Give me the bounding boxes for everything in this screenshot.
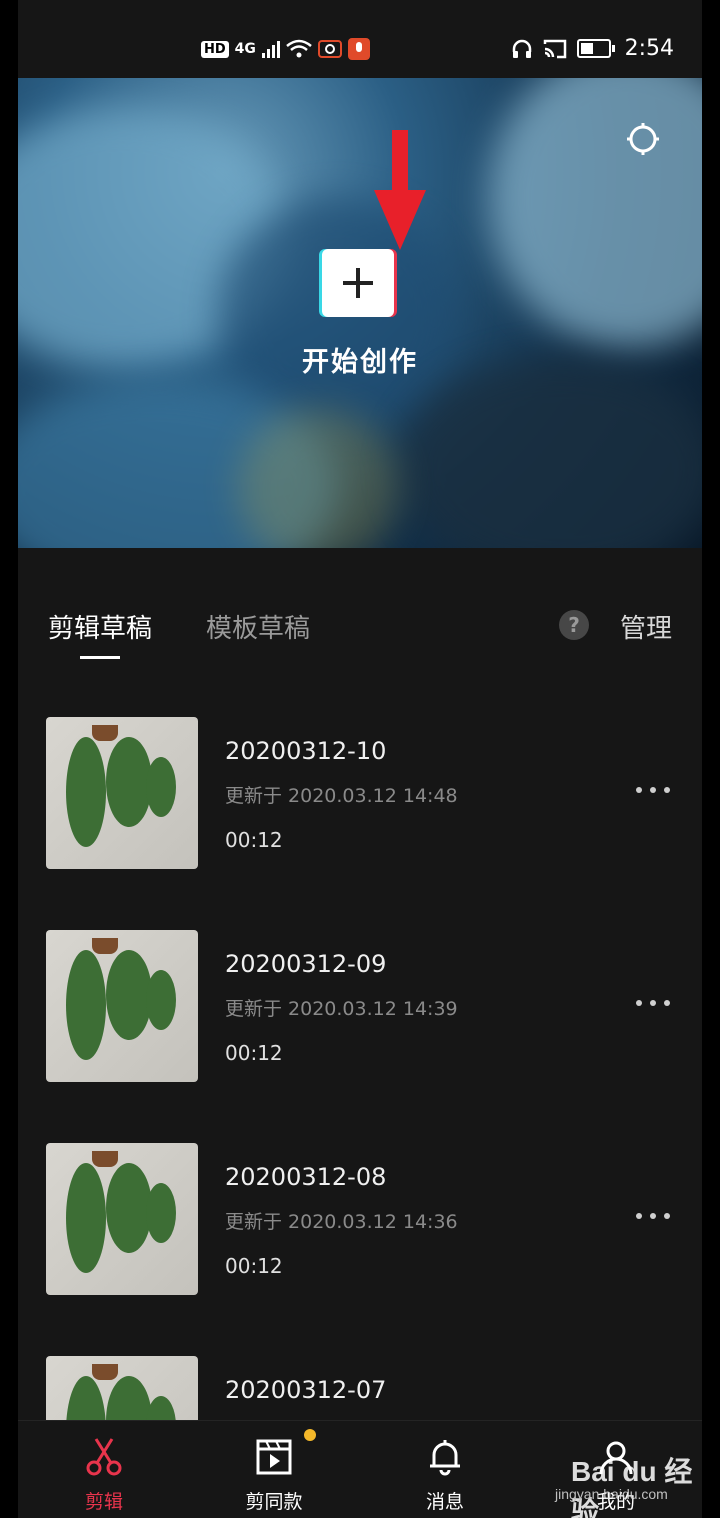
list-item[interactable]: 20200312-08 更新于 2020.03.12 14:36 00:12 <box>18 1143 702 1356</box>
signal-icon <box>261 40 280 58</box>
manage-button[interactable]: 管理 <box>620 608 672 645</box>
nav-item-messages[interactable]: 消息 <box>390 1421 500 1518</box>
draft-duration: 00:12 <box>225 1041 283 1065</box>
more-options-icon[interactable] <box>636 1213 670 1221</box>
start-creating-button[interactable] <box>322 249 394 317</box>
draft-updated: 更新于 2020.03.12 14:48 <box>225 785 458 807</box>
draft-list: 20200312-10 更新于 2020.03.12 14:48 00:12 2… <box>18 717 702 1518</box>
hero-banner: 开始创作 <box>18 78 702 548</box>
annotation-arrow-icon <box>374 130 426 250</box>
active-tab-indicator <box>80 656 120 659</box>
draft-thumbnail[interactable] <box>46 717 198 869</box>
draft-thumbnail[interactable] <box>46 1143 198 1295</box>
app-screen: HD 4G 2:54 开始创作 剪辑草稿 模板草稿 ? 管理 20200312-… <box>18 0 702 1518</box>
bell-icon <box>430 1440 460 1476</box>
draft-updated: 更新于 2020.03.12 14:36 <box>225 1211 458 1233</box>
draft-tabs: 剪辑草稿 模板草稿 ? 管理 <box>18 548 702 678</box>
nav-item-edit[interactable]: 剪辑 <box>49 1421 159 1518</box>
nav-label: 剪辑 <box>84 1491 123 1513</box>
hd-indicator: HD <box>201 40 229 58</box>
status-left: HD 4G <box>201 38 370 60</box>
scissors-icon <box>86 1438 122 1476</box>
draft-updated: 更新于 2020.03.12 14:39 <box>225 998 458 1020</box>
tab-template-drafts[interactable]: 模板草稿 <box>206 608 310 645</box>
list-item[interactable]: 20200312-09 更新于 2020.03.12 14:39 00:12 <box>18 930 702 1143</box>
status-bar: HD 4G 2:54 <box>18 0 702 78</box>
video-app-icon <box>317 40 342 58</box>
clock: 2:54 <box>624 36 674 61</box>
nav-label: 剪同款 <box>245 1491 303 1513</box>
draft-title: 20200312-08 <box>225 1163 387 1191</box>
more-options-icon[interactable] <box>636 787 670 795</box>
draft-duration: 00:12 <box>225 828 283 852</box>
headset-icon <box>512 39 531 58</box>
help-icon[interactable]: ? <box>559 610 589 640</box>
settings-icon[interactable] <box>626 122 660 156</box>
tab-edit-drafts[interactable]: 剪辑草稿 <box>48 608 152 645</box>
cast-icon <box>543 39 566 58</box>
smoke-cloud <box>238 408 398 548</box>
battery-icon <box>576 39 615 58</box>
watermark-brand: Bai du 经验 <box>571 1456 693 1518</box>
draft-thumbnail[interactable] <box>46 930 198 1082</box>
status-right: 2:54 <box>511 36 674 61</box>
network-type: 4G <box>234 41 256 57</box>
list-item[interactable]: 20200312-10 更新于 2020.03.12 14:48 00:12 <box>18 717 702 930</box>
baidu-watermark: Bai du 经验 jingyan.baidu.com <box>553 1432 693 1518</box>
notification-badge <box>304 1429 316 1441</box>
clapperboard-icon <box>256 1439 292 1475</box>
smoke-cloud <box>398 358 702 548</box>
mic-recording-icon <box>347 38 370 60</box>
draft-title: 20200312-10 <box>225 737 387 765</box>
watermark-url: jingyan.baidu.com <box>555 1486 668 1502</box>
draft-title: 20200312-09 <box>225 950 387 978</box>
more-options-icon[interactable] <box>636 1000 670 1008</box>
draft-duration: 00:12 <box>225 1254 283 1278</box>
smoke-cloud <box>488 78 702 348</box>
start-creating-label[interactable]: 开始创作 <box>18 340 702 379</box>
nav-label: 消息 <box>425 1491 464 1513</box>
draft-title: 20200312-07 <box>225 1376 387 1404</box>
wifi-icon <box>286 39 312 58</box>
